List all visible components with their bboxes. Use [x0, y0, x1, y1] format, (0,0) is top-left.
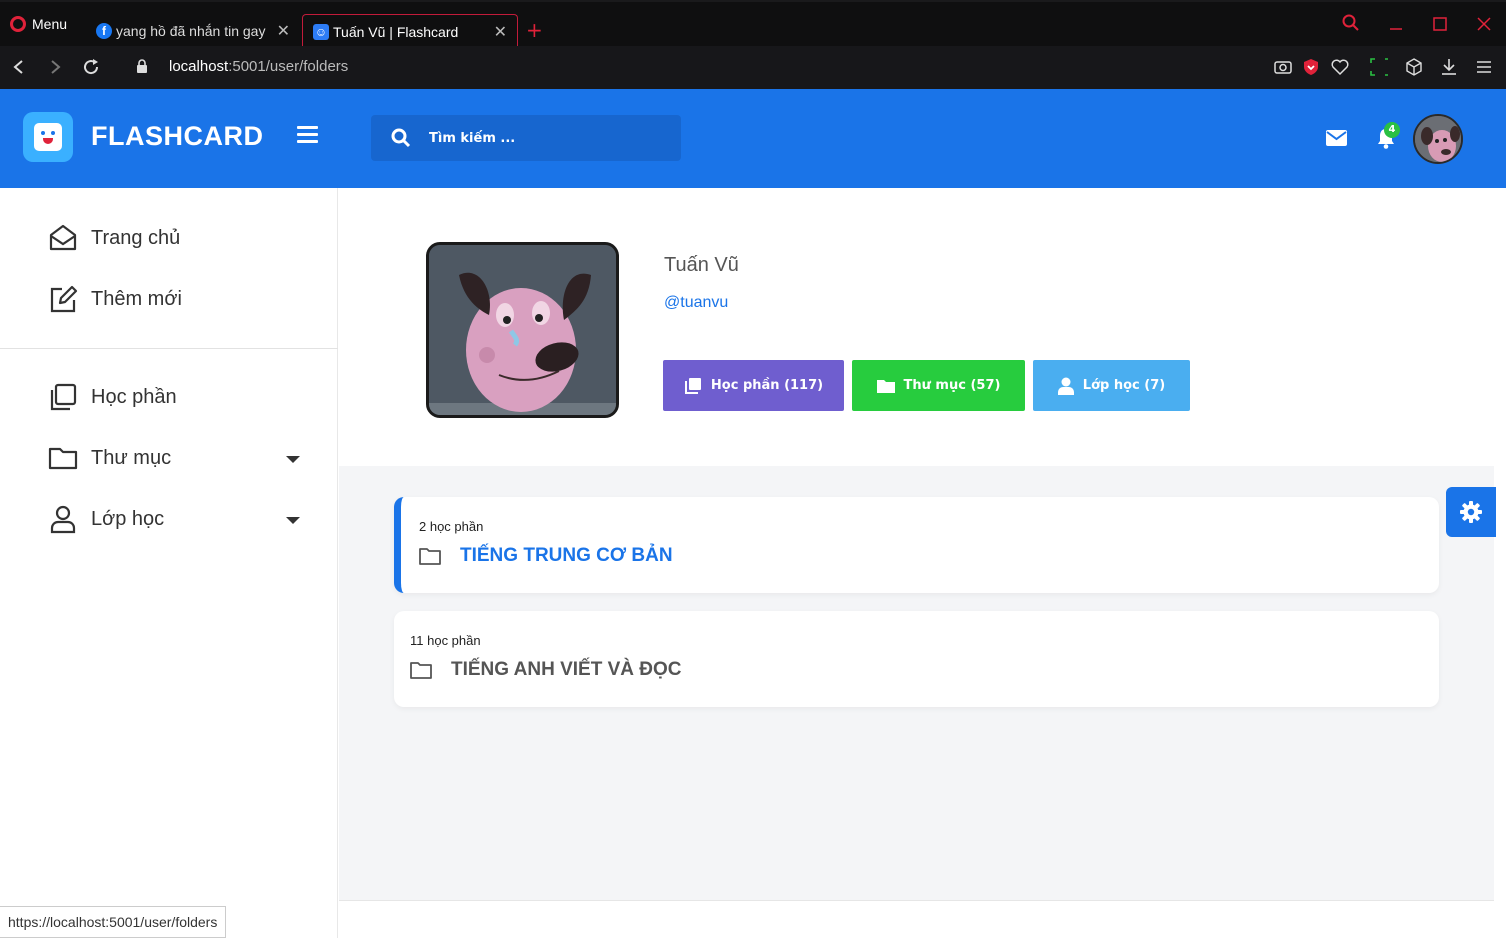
- snapshot-icon[interactable]: [1370, 58, 1388, 76]
- folder-title-link[interactable]: TIẾNG TRUNG CƠ BẢN: [419, 545, 673, 567]
- folder-icon: [48, 447, 78, 470]
- url-host: localhost: [169, 58, 229, 75]
- sidebar-item-label: Thêm mới: [91, 287, 182, 310]
- chevron-down-icon[interactable]: [286, 456, 300, 463]
- extensions-cube-icon[interactable]: [1405, 58, 1423, 76]
- sidebar-divider: [0, 348, 338, 349]
- study-sets-button-label: Học phần (117): [710, 378, 824, 393]
- facebook-icon: f: [96, 23, 112, 39]
- tab-title: yang hồ đã nhắn tin gay: [116, 23, 266, 39]
- main-content: Tuấn Vũ @tuanvu Học phần (117) Thư mục (…: [339, 188, 1494, 938]
- opera-menu-button[interactable]: Menu: [10, 16, 67, 32]
- search-bar[interactable]: Tìm kiếm ...: [371, 115, 681, 161]
- minimize-icon[interactable]: [1388, 16, 1404, 32]
- folder-card[interactable]: 11 học phần TIẾNG ANH VIẾT VÀ ĐỌC: [394, 611, 1439, 707]
- flashcard-logo-icon[interactable]: [23, 112, 73, 162]
- search-icon: [391, 128, 411, 148]
- profile-name: Tuấn Vũ: [664, 254, 739, 276]
- hamburger-menu-icon[interactable]: [297, 126, 318, 144]
- mail-icon[interactable]: [1326, 130, 1347, 146]
- folders-button-label: Thư mục (57): [903, 378, 1001, 393]
- folder-title: TIẾNG ANH VIẾT VÀ ĐỌC: [451, 659, 682, 680]
- close-tab-icon[interactable]: ✕: [277, 21, 290, 41]
- browser-status-url: https://localhost:5001/user/folders: [0, 906, 227, 938]
- browser-tab-bar: Menu f yang hồ đã nhắn tin gay ✕ ☺ Tuấn …: [0, 0, 1506, 48]
- sidebar-item-label: Lớp học: [91, 507, 165, 530]
- sidebar: Trang chủ Thêm mới Học phần Thư mục Lớp …: [0, 188, 338, 938]
- easy-setup-icon[interactable]: [1475, 58, 1493, 76]
- profile-section: Tuấn Vũ @tuanvu Học phần (117) Thư mục (…: [339, 188, 1494, 466]
- sidebar-item-label: Trang chủ: [91, 226, 181, 249]
- folders-button[interactable]: Thư mục (57): [852, 360, 1025, 411]
- sidebar-item-label: Thư mục: [91, 446, 172, 469]
- user-avatar[interactable]: [1413, 114, 1463, 164]
- study-sets-button[interactable]: Học phần (117): [663, 360, 844, 411]
- notification-badge: 4: [1384, 122, 1400, 138]
- home-icon: [49, 224, 77, 251]
- sidebar-item-folders[interactable]: Thư mục: [48, 443, 171, 473]
- page-scrollbar[interactable]: [1494, 188, 1506, 938]
- lock-icon: [137, 59, 147, 73]
- url-field[interactable]: localhost:5001/user/folders: [169, 58, 348, 75]
- close-tab-icon[interactable]: ✕: [494, 22, 507, 42]
- profile-handle: @tuanvu: [664, 294, 729, 311]
- folder-icon: [419, 548, 441, 565]
- user-icon: [1057, 377, 1074, 395]
- folder-set-count: 11 học phần: [410, 633, 481, 648]
- new-tab-button[interactable]: +: [526, 18, 543, 42]
- app-header: FLASHCARD Tìm kiếm ... 4: [0, 89, 1506, 188]
- tab-title: Tuấn Vũ | Flashcard: [333, 23, 459, 40]
- folder-icon: [876, 379, 895, 393]
- camera-icon[interactable]: [1274, 58, 1292, 76]
- sidebar-item-classes[interactable]: Lớp học: [48, 504, 164, 534]
- classes-button[interactable]: Lớp học (7): [1033, 360, 1190, 411]
- browser-tab-active[interactable]: ☺ Tuấn Vũ | Flashcard ✕: [302, 14, 518, 48]
- search-input[interactable]: Tìm kiếm ...: [429, 131, 515, 146]
- opera-menu-label: Menu: [32, 16, 68, 32]
- sidebar-item-label: Học phần: [91, 385, 177, 408]
- flashcard-favicon-icon: ☺: [313, 23, 329, 40]
- download-icon[interactable]: [1440, 58, 1458, 76]
- heart-icon[interactable]: [1331, 58, 1349, 76]
- browser-tab[interactable]: f yang hồ đã nhắn tin gay ✕: [86, 14, 300, 48]
- sidebar-item-study-sets[interactable]: Học phần: [48, 382, 177, 412]
- reload-icon[interactable]: [82, 58, 100, 76]
- folder-set-count: 2 học phần: [419, 519, 484, 534]
- adblock-shield-icon[interactable]: [1302, 58, 1320, 76]
- copy-icon: [50, 383, 77, 411]
- edit-icon: [50, 285, 78, 313]
- classes-button-label: Lớp học (7): [1082, 378, 1166, 393]
- user-icon: [50, 505, 76, 534]
- back-icon[interactable]: [12, 59, 26, 75]
- browser-address-bar: localhost:5001/user/folders: [0, 46, 1506, 89]
- forward-icon[interactable]: [48, 59, 62, 75]
- sidebar-item-add-new[interactable]: Thêm mới: [48, 284, 182, 314]
- search-tabs-icon[interactable]: [1342, 14, 1360, 32]
- folder-title: TIẾNG TRUNG CƠ BẢN: [460, 545, 673, 566]
- folder-icon: [410, 662, 432, 679]
- chevron-down-icon[interactable]: [286, 517, 300, 524]
- settings-gear-button[interactable]: [1446, 487, 1496, 537]
- close-window-icon[interactable]: [1476, 16, 1492, 32]
- page-footer: [339, 900, 1494, 938]
- folder-title-link[interactable]: TIẾNG ANH VIẾT VÀ ĐỌC: [410, 659, 681, 681]
- profile-image: [426, 242, 619, 418]
- opera-logo-icon: [10, 16, 26, 32]
- maximize-icon[interactable]: [1432, 16, 1448, 32]
- gear-icon: [1460, 501, 1482, 523]
- url-path: :5001/user/folders: [228, 58, 349, 75]
- brand-title[interactable]: FLASHCARD: [91, 121, 264, 152]
- copy-icon: [684, 377, 701, 394]
- folder-card-active[interactable]: 2 học phần TIẾNG TRUNG CƠ BẢN: [394, 497, 1439, 593]
- sidebar-item-home[interactable]: Trang chủ: [48, 223, 180, 253]
